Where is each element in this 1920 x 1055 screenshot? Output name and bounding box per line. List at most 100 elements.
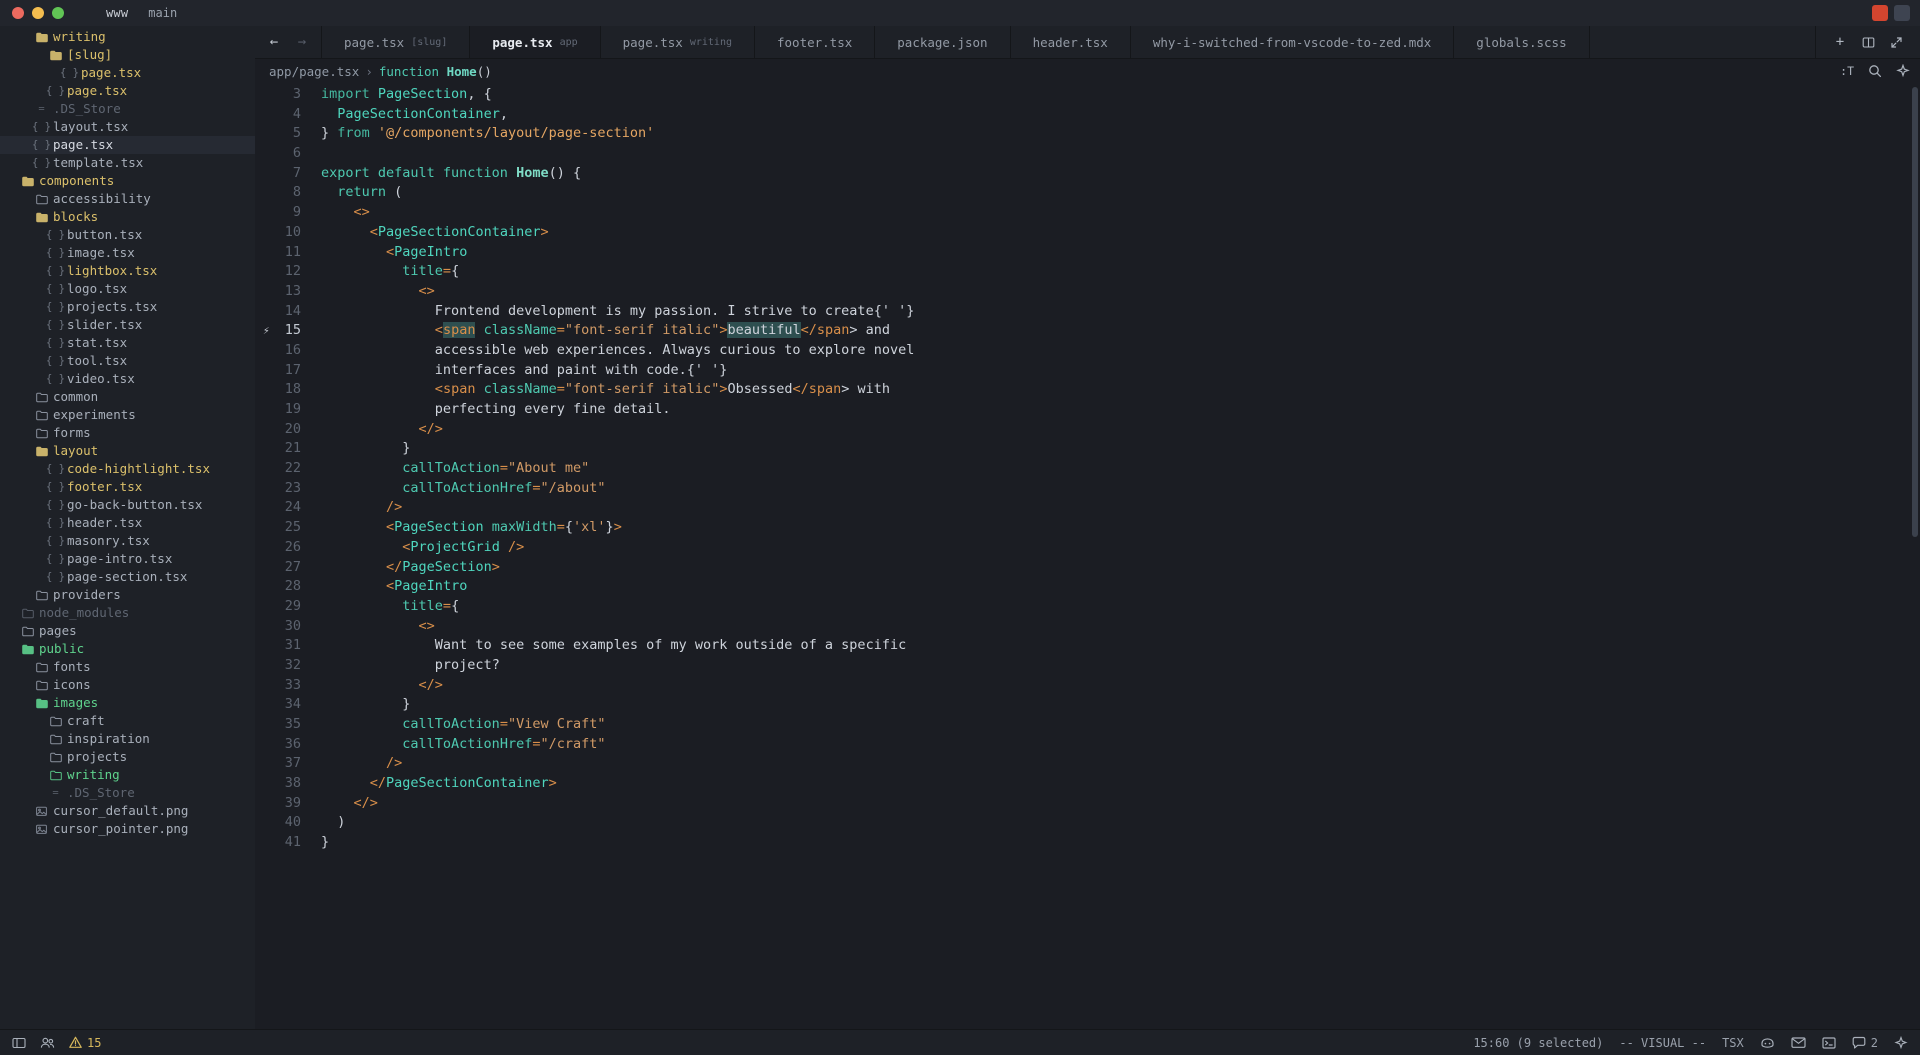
code-line[interactable]: 36 callToActionHref="/craft" [255,735,1920,755]
project-panel[interactable]: writing [slug]{ } page.tsx{ } page.tsx = .DS_… [0,26,255,1029]
collab-panel-toggle[interactable] [40,1036,55,1050]
tree-folder-writing[interactable]: writing [0,766,255,784]
tree-folder-providers[interactable]: providers [0,586,255,604]
code-line[interactable]: 26 <ProjectGrid /> [255,538,1920,558]
code-line[interactable]: 16 accessible web experiences. Always cu… [255,341,1920,361]
chat-icon[interactable]: 2 [1852,1036,1878,1050]
tab-package.json[interactable]: package.json [875,26,1011,58]
code-text[interactable]: PageSectionContainer, [313,105,1920,125]
tab-globals.scss[interactable]: globals.scss [1454,26,1590,58]
tree-file-cursor_default.png[interactable]: cursor_default.png [0,802,255,820]
tab-header.tsx[interactable]: header.tsx [1010,26,1131,58]
code-text[interactable]: /> [313,754,1920,774]
code-text[interactable]: } [313,439,1920,459]
tree-file-page.tsx[interactable]: { } page.tsx [0,64,255,82]
tree-file-stat.tsx[interactable]: { } stat.tsx [0,334,255,352]
mail-icon[interactable] [1791,1036,1806,1049]
expand-button[interactable] [1884,30,1908,54]
tree-file-template.tsx[interactable]: { } template.tsx [0,154,255,172]
tree-folder-components[interactable]: components [0,172,255,190]
breadcrumb-symbol-keyword[interactable]: function [379,64,439,79]
code-text[interactable]: export default function Home() { [313,164,1920,184]
code-line[interactable]: 38 </PageSectionContainer> [255,774,1920,794]
tree-file-page.tsx[interactable]: { } page.tsx [0,82,255,100]
sparkle-icon[interactable] [1896,64,1910,78]
code-text[interactable]: project? [313,656,1920,676]
code-text[interactable]: </> [313,676,1920,696]
code-text[interactable]: perfecting every fine detail. [313,400,1920,420]
code-line[interactable]: 8 return ( [255,183,1920,203]
code-line[interactable]: 4 PageSectionContainer, [255,105,1920,125]
tree-file-layout.tsx[interactable]: { } layout.tsx [0,118,255,136]
diagnostics-warnings[interactable]: 15 [69,1036,101,1050]
code-line[interactable]: 19 perfecting every fine detail. [255,400,1920,420]
git-branch-label[interactable]: main [148,6,177,20]
code-text[interactable]: </PageSectionContainer> [313,774,1920,794]
code-line[interactable]: 14 Frontend development is my passion. I… [255,302,1920,322]
code-line[interactable]: 11 <PageIntro [255,243,1920,263]
code-text[interactable]: <PageIntro [313,243,1920,263]
code-text[interactable]: <span className="font-serif italic">beau… [313,321,1920,341]
tab-page.tsx-slug[interactable]: page.tsx [slug] [322,26,471,58]
tree-folder-inspiration[interactable]: inspiration [0,730,255,748]
code-line[interactable]: 35 callToAction="View Craft" [255,715,1920,735]
code-text[interactable]: title={ [313,262,1920,282]
toggle-inlay-hints-button[interactable]: :T [1840,64,1854,78]
code-line[interactable]: 34 } [255,695,1920,715]
assistant-panel-icon[interactable] [1894,1035,1908,1050]
copilot-icon[interactable] [1760,1035,1775,1050]
arrow-right-icon[interactable]: → [289,29,315,55]
tree-folder-writing[interactable]: writing [0,28,255,46]
tree-folder-projects[interactable]: projects [0,748,255,766]
tree-file-masonry.tsx[interactable]: { } masonry.tsx [0,532,255,550]
tree-folder-pages[interactable]: pages [0,622,255,640]
code-line[interactable]: 5} from '@/components/layout/page-sectio… [255,124,1920,144]
code-text[interactable]: <ProjectGrid /> [313,538,1920,558]
window-controls[interactable] [12,7,64,19]
code-line[interactable]: 40 ) [255,813,1920,833]
code-text[interactable]: title={ [313,597,1920,617]
tree-folder-accessibility[interactable]: accessibility [0,190,255,208]
arrow-left-icon[interactable]: ← [261,29,287,55]
code-text[interactable]: <PageIntro [313,577,1920,597]
breadcrumb-path[interactable]: app/page.tsx [269,64,359,79]
maximize-window-button[interactable] [52,7,64,19]
code-editor[interactable]: 3 import PageSection, {4 PageSectionConta… [255,83,1920,1029]
code-line[interactable]: 13 <> [255,282,1920,302]
code-line[interactable]: 29 title={ [255,597,1920,617]
tree-file-go-back-button.tsx[interactable]: { } go-back-button.tsx [0,496,255,514]
tree-folder-node_modules[interactable]: node_modules [0,604,255,622]
code-line[interactable]: 37 /> [255,754,1920,774]
code-text[interactable]: ) [313,813,1920,833]
code-text[interactable]: import PageSection, { [313,85,1920,105]
tree-folder-icons[interactable]: icons [0,676,255,694]
tree-file-projects.tsx[interactable]: { } projects.tsx [0,298,255,316]
code-line[interactable]: 9 <> [255,203,1920,223]
lightning-icon[interactable]: ⚡ [263,321,270,341]
code-line[interactable]: 23 callToActionHref="/about" [255,479,1920,499]
code-text[interactable]: <> [313,282,1920,302]
tree-folder-blocks[interactable]: blocks [0,208,255,226]
vertical-scrollbar[interactable] [1912,87,1918,537]
cursor-position[interactable]: 15:60 (9 selected) [1473,1036,1603,1050]
new-tab-button[interactable]: + [1828,30,1852,54]
code-text[interactable]: callToActionHref="/craft" [313,735,1920,755]
code-line[interactable]: 18 <span className="font-serif italic">O… [255,380,1920,400]
breadcrumb-symbol-name[interactable]: Home [447,64,477,79]
project-name[interactable]: www [106,6,128,20]
code-text[interactable]: } from '@/components/layout/page-section… [313,124,1920,144]
tree-file-header.tsx[interactable]: { } header.tsx [0,514,255,532]
share-button[interactable] [1894,5,1910,21]
close-window-button[interactable] [12,7,24,19]
breadcrumb[interactable]: app/page.tsx › function Home () :T [255,59,1920,83]
code-text[interactable]: interfaces and paint with code.{' '} [313,361,1920,381]
code-line[interactable]: 21 } [255,439,1920,459]
code-text[interactable]: Frontend development is my passion. I st… [313,302,1920,322]
code-text[interactable]: /> [313,498,1920,518]
tree-folder-forms[interactable]: forms [0,424,255,442]
tab-footer.tsx[interactable]: footer.tsx [755,26,876,58]
tree-folder-craft[interactable]: craft [0,712,255,730]
code-line[interactable]: 30 <> [255,617,1920,637]
code-line[interactable]: 10 <PageSectionContainer> [255,223,1920,243]
tree-file-slider.tsx[interactable]: { } slider.tsx [0,316,255,334]
